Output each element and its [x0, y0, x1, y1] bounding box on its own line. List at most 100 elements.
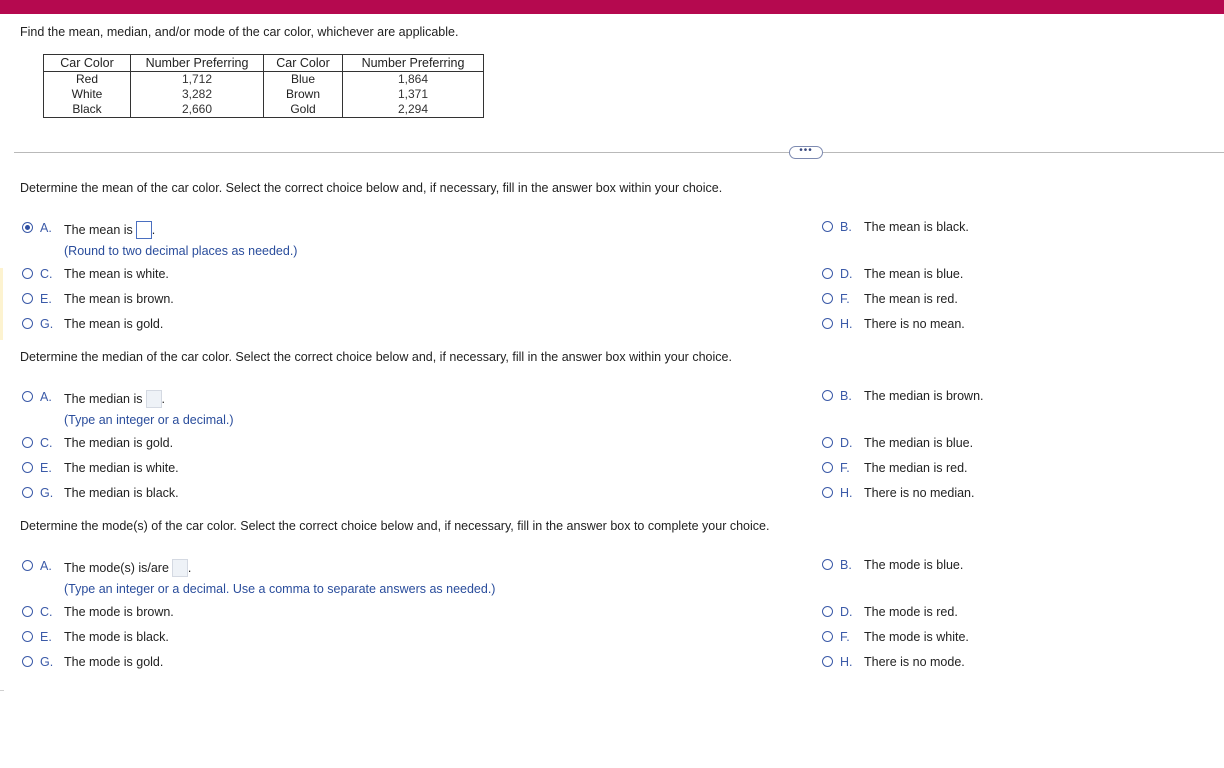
- option-letter: F.: [840, 461, 850, 475]
- option-letter: F.: [840, 292, 850, 306]
- option-letter: C.: [40, 605, 53, 619]
- table-cell: 2,660: [130, 102, 264, 118]
- problem-prompt: Find the mean, median, and/or mode of th…: [20, 25, 459, 39]
- option-letter: E.: [40, 461, 52, 475]
- mean-option-d[interactable]: D. The mean is blue.: [822, 267, 963, 281]
- radio-icon[interactable]: [822, 390, 833, 401]
- option-text: The mode is red.: [864, 605, 958, 619]
- mean-option-g[interactable]: G. The mean is gold.: [22, 317, 163, 331]
- left-edge-line: [0, 690, 4, 691]
- option-letter: C.: [40, 267, 53, 281]
- radio-icon[interactable]: [22, 656, 33, 667]
- option-text: The median is: [64, 392, 143, 406]
- car-color-table: Car Color Number Preferring Car Color Nu…: [43, 54, 484, 118]
- option-letter: E.: [40, 630, 52, 644]
- radio-icon[interactable]: [22, 437, 33, 448]
- more-options-button[interactable]: •••: [789, 146, 823, 159]
- radio-icon[interactable]: [22, 293, 33, 304]
- mode-option-e[interactable]: E. The mode is black.: [22, 630, 169, 644]
- table-header-cell: Car Color: [263, 54, 343, 72]
- option-text: The mode(s) is/are: [64, 561, 169, 575]
- option-letter: H.: [840, 655, 853, 669]
- option-letter: B.: [840, 220, 852, 234]
- mode-question-prompt: Determine the mode(s) of the car color. …: [20, 519, 770, 533]
- option-text: There is no median.: [864, 486, 975, 500]
- radio-icon[interactable]: [822, 631, 833, 642]
- option-text: The mean is black.: [864, 220, 969, 234]
- radio-icon[interactable]: [22, 318, 33, 329]
- radio-icon[interactable]: [822, 437, 833, 448]
- option-text: The median is red.: [864, 461, 968, 475]
- option-letter: G.: [40, 486, 54, 500]
- radio-icon[interactable]: [22, 487, 33, 498]
- table-cell: Red: [43, 71, 131, 87]
- radio-icon[interactable]: [822, 559, 833, 570]
- table-cell: Black: [43, 102, 131, 118]
- median-option-e[interactable]: E. The median is white.: [22, 461, 179, 475]
- option-letter: D.: [840, 267, 853, 281]
- mode-option-g[interactable]: G. The mode is gold.: [22, 655, 163, 669]
- option-text: There is no mean.: [864, 317, 965, 331]
- radio-icon[interactable]: [22, 560, 33, 571]
- radio-icon[interactable]: [822, 318, 833, 329]
- radio-icon[interactable]: [22, 268, 33, 279]
- radio-icon[interactable]: [822, 487, 833, 498]
- option-text: The mode is white.: [864, 630, 969, 644]
- option-text: There is no mode.: [864, 655, 965, 669]
- mode-option-a[interactable]: A. The mode(s) is/are. (Type an integer …: [22, 559, 495, 596]
- option-hint: (Type an integer or a decimal. Use a com…: [64, 582, 496, 596]
- option-hint: (Round to two decimal places as needed.): [64, 244, 298, 258]
- radio-selected-icon[interactable]: [22, 222, 33, 233]
- option-text: The mode is brown.: [64, 605, 174, 619]
- radio-icon[interactable]: [22, 462, 33, 473]
- table-row: White 3,282 Brown 1,371: [43, 87, 484, 102]
- median-option-c[interactable]: C. The median is gold.: [22, 436, 173, 450]
- option-text: The mode is gold.: [64, 655, 164, 669]
- median-option-d[interactable]: D. The median is blue.: [822, 436, 973, 450]
- table-cell: 1,864: [342, 71, 484, 87]
- option-letter: A.: [40, 221, 52, 235]
- radio-icon[interactable]: [22, 391, 33, 402]
- mean-option-c[interactable]: C. The mean is white.: [22, 267, 169, 281]
- option-letter: A.: [40, 559, 52, 573]
- option-text: The mean is white.: [64, 267, 169, 281]
- median-option-f[interactable]: F. The median is red.: [822, 461, 968, 475]
- mode-option-c[interactable]: C. The mode is brown.: [22, 605, 174, 619]
- median-option-a[interactable]: A. The median is. (Type an integer or a …: [22, 390, 234, 427]
- mode-answer-box[interactable]: [171, 559, 188, 577]
- median-option-h[interactable]: H. There is no median.: [822, 486, 974, 500]
- mean-option-h[interactable]: H. There is no mean.: [822, 317, 965, 331]
- radio-icon[interactable]: [822, 656, 833, 667]
- option-text: The mode is black.: [64, 630, 169, 644]
- mean-option-e[interactable]: E. The mean is brown.: [22, 292, 174, 306]
- radio-icon[interactable]: [822, 221, 833, 232]
- median-option-g[interactable]: G. The median is black.: [22, 486, 179, 500]
- option-letter: A.: [40, 390, 52, 404]
- mean-option-f[interactable]: F. The mean is red.: [822, 292, 958, 306]
- mean-answer-box[interactable]: [135, 221, 152, 239]
- radio-icon[interactable]: [22, 631, 33, 642]
- option-text: The mean is gold.: [64, 317, 164, 331]
- radio-icon[interactable]: [822, 293, 833, 304]
- mean-option-a[interactable]: A. The mean is. (Round to two decimal pl…: [22, 221, 297, 258]
- mode-option-f[interactable]: F. The mode is white.: [822, 630, 969, 644]
- table-header-cell: Car Color: [43, 54, 131, 72]
- option-letter: H.: [840, 317, 853, 331]
- option-letter: G.: [40, 317, 54, 331]
- option-text: The median is blue.: [864, 436, 974, 450]
- table-cell: 2,294: [342, 102, 484, 118]
- mode-option-b[interactable]: B. The mode is blue.: [822, 558, 963, 572]
- option-letter: C.: [40, 436, 53, 450]
- median-option-b[interactable]: B. The median is brown.: [822, 389, 984, 403]
- radio-icon[interactable]: [22, 606, 33, 617]
- mean-option-b[interactable]: B. The mean is black.: [822, 220, 969, 234]
- mean-question-prompt: Determine the mean of the car color. Sel…: [20, 181, 723, 195]
- option-letter: B.: [840, 558, 852, 572]
- mode-option-h[interactable]: H. There is no mode.: [822, 655, 965, 669]
- median-answer-box[interactable]: [145, 390, 162, 408]
- radio-icon[interactable]: [822, 268, 833, 279]
- radio-icon[interactable]: [822, 462, 833, 473]
- radio-icon[interactable]: [822, 606, 833, 617]
- table-header-row: Car Color Number Preferring Car Color Nu…: [43, 54, 484, 72]
- mode-option-d[interactable]: D. The mode is red.: [822, 605, 958, 619]
